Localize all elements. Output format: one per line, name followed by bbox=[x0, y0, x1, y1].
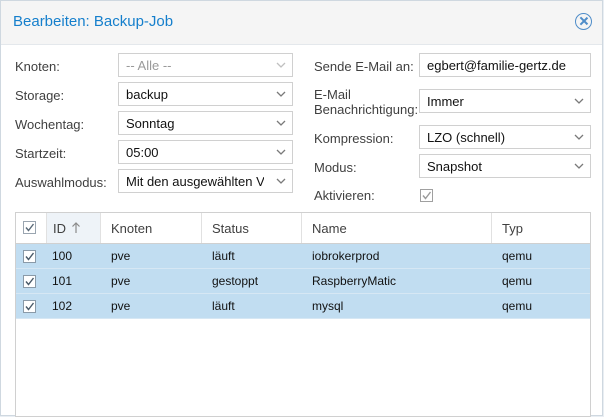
vm-grid: ID Knoten Status Name Typ 100 pve läuft … bbox=[15, 212, 591, 417]
cell-knoten: pve bbox=[111, 299, 131, 313]
column-header-name[interactable]: Name bbox=[302, 213, 492, 243]
cell-knoten: pve bbox=[111, 274, 131, 288]
grid-header: ID Knoten Status Name Typ bbox=[16, 213, 590, 244]
cell-status: läuft bbox=[212, 249, 235, 263]
storage-value: backup bbox=[126, 87, 168, 102]
chevron-down-icon bbox=[276, 60, 286, 70]
column-header-typ-label: Typ bbox=[502, 221, 523, 236]
cell-id: 101 bbox=[52, 274, 73, 288]
cell-id: 102 bbox=[52, 299, 73, 313]
aktivieren-label: Aktivieren: bbox=[314, 188, 375, 203]
knoten-value: -- Alle -- bbox=[126, 58, 172, 73]
table-row[interactable]: 101 pve gestoppt RaspberryMatic qemu bbox=[16, 269, 590, 294]
arrow-up-icon bbox=[72, 222, 80, 233]
kompression-value: LZO (schnell) bbox=[427, 130, 506, 145]
chevron-down-icon bbox=[574, 132, 584, 142]
column-header-id-label: ID bbox=[53, 221, 66, 236]
checkmark-icon bbox=[422, 191, 432, 200]
cell-name: RaspberryMatic bbox=[312, 274, 397, 288]
dialog-header: Bearbeiten: Backup-Job bbox=[1, 1, 602, 45]
chevron-down-icon bbox=[276, 176, 286, 186]
benachrichtigung-select[interactable]: Immer bbox=[419, 89, 591, 113]
checkmark-icon bbox=[25, 252, 35, 261]
select-all-header[interactable] bbox=[16, 213, 47, 243]
knoten-label: Knoten: bbox=[15, 59, 60, 74]
cell-knoten: pve bbox=[111, 249, 131, 263]
close-icon[interactable] bbox=[575, 13, 592, 30]
cell-status: läuft bbox=[212, 299, 235, 313]
checkmark-icon bbox=[25, 277, 35, 286]
wochentag-label: Wochentag: bbox=[15, 117, 85, 132]
column-header-name-label: Name bbox=[312, 221, 347, 236]
kompression-label: Kompression: bbox=[314, 131, 394, 146]
startzeit-label: Startzeit: bbox=[15, 146, 67, 161]
wochentag-value: Sonntag bbox=[126, 116, 175, 131]
row-checkbox[interactable] bbox=[23, 250, 36, 263]
table-row[interactable]: 100 pve läuft iobrokerprod qemu bbox=[16, 244, 590, 269]
table-row[interactable]: 102 pve läuft mysql qemu bbox=[16, 294, 590, 319]
row-checkbox[interactable] bbox=[23, 300, 36, 313]
modus-label: Modus: bbox=[314, 160, 357, 175]
column-header-id[interactable]: ID bbox=[47, 213, 101, 243]
startzeit-value: 05:00 bbox=[126, 145, 159, 160]
benachrichtigung-label-line2: Benachrichtigung: bbox=[314, 102, 419, 117]
dialog-title: Bearbeiten: Backup-Job bbox=[13, 13, 174, 30]
column-header-status[interactable]: Status bbox=[202, 213, 302, 243]
column-header-knoten[interactable]: Knoten bbox=[101, 213, 202, 243]
auswahlmodus-select[interactable]: Mit den ausgewählten V bbox=[118, 169, 293, 193]
storage-select[interactable]: backup bbox=[118, 82, 293, 106]
chevron-down-icon bbox=[276, 147, 286, 157]
startzeit-select[interactable]: 05:00 bbox=[118, 140, 293, 164]
column-header-status-label: Status bbox=[212, 221, 249, 236]
aktivieren-checkbox[interactable] bbox=[420, 189, 433, 202]
email-value: egbert@familie-gertz.de bbox=[427, 58, 566, 73]
email-label: Sende E-Mail an: bbox=[314, 59, 414, 74]
knoten-select[interactable]: -- Alle -- bbox=[118, 53, 293, 77]
checkmark-icon bbox=[25, 223, 35, 232]
chevron-down-icon bbox=[574, 161, 584, 171]
kompression-select[interactable]: LZO (schnell) bbox=[419, 125, 591, 149]
storage-label: Storage: bbox=[15, 88, 65, 103]
column-header-typ[interactable]: Typ bbox=[492, 213, 590, 243]
cell-id: 100 bbox=[52, 249, 73, 263]
benachrichtigung-label-line1: E-Mail bbox=[314, 87, 351, 102]
select-all-checkbox[interactable] bbox=[23, 221, 36, 234]
column-header-knoten-label: Knoten bbox=[111, 221, 153, 236]
auswahlmodus-label: Auswahlmodus: bbox=[15, 175, 107, 190]
checkmark-icon bbox=[25, 302, 35, 311]
benachrichtigung-value: Immer bbox=[427, 94, 464, 109]
wochentag-select[interactable]: Sonntag bbox=[118, 111, 293, 135]
cell-typ: qemu bbox=[502, 299, 533, 313]
auswahlmodus-value: Mit den ausgewählten V bbox=[126, 174, 264, 189]
backup-job-dialog: Bearbeiten: Backup-Job Knoten: -- Alle -… bbox=[0, 0, 603, 417]
email-field[interactable]: egbert@familie-gertz.de bbox=[419, 53, 591, 77]
chevron-down-icon bbox=[574, 96, 584, 106]
modus-value: Snapshot bbox=[427, 159, 482, 174]
chevron-down-icon bbox=[276, 118, 286, 128]
cell-typ: qemu bbox=[502, 274, 533, 288]
modus-select[interactable]: Snapshot bbox=[419, 154, 591, 178]
cell-typ: qemu bbox=[502, 249, 533, 263]
row-checkbox[interactable] bbox=[23, 275, 36, 288]
chevron-down-icon bbox=[276, 89, 286, 99]
cell-status: gestoppt bbox=[212, 274, 259, 288]
cell-name: mysql bbox=[312, 299, 344, 313]
cell-name: iobrokerprod bbox=[312, 249, 380, 263]
